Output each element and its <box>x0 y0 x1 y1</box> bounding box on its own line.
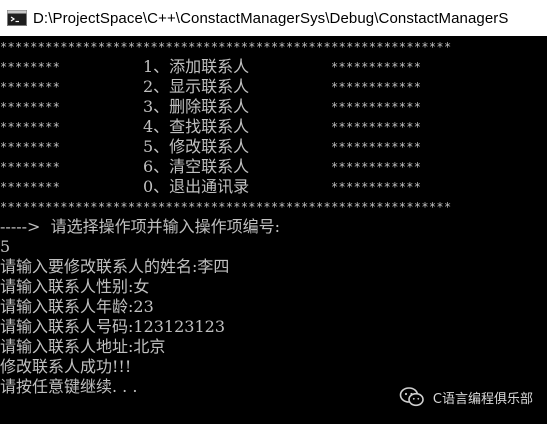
menu-right-stars: ************ <box>331 180 422 194</box>
border-line-top: ****************************************… <box>0 40 452 54</box>
title-bar[interactable]: D:\ProjectSpace\C++\ConstactManagerSys\D… <box>0 0 547 36</box>
wechat-icon <box>399 387 424 407</box>
input-choice: 5 <box>0 237 11 256</box>
menu-right-stars: ************ <box>331 160 422 174</box>
menu-item-label: 4、查找联系人 <box>143 117 250 136</box>
output-line: 请按任意键继续. . . <box>0 377 138 396</box>
menu-left-stars: ******** <box>0 120 61 134</box>
output-line: 请输入联系人地址:北京 <box>0 337 166 356</box>
menu-item-label: 1、添加联系人 <box>143 57 250 76</box>
output-line: 请输入联系人号码:123123123 <box>0 317 226 336</box>
output-line: 请输入联系人性别:女 <box>0 277 150 296</box>
menu-left-stars: ******** <box>0 160 61 174</box>
console-app-icon <box>7 10 27 26</box>
menu-right-stars: ************ <box>331 60 422 74</box>
menu-right-stars: ************ <box>331 100 422 114</box>
menu-item-label: 5、修改联系人 <box>143 137 250 156</box>
watermark: C语言编程俱乐部 <box>399 386 533 408</box>
menu-left-stars: ******** <box>0 60 61 74</box>
watermark-text: C语言编程俱乐部 <box>432 391 533 407</box>
menu-item-label: 6、清空联系人 <box>143 157 250 176</box>
border-line-bottom: ****************************************… <box>0 200 452 214</box>
menu-left-stars: ******** <box>0 80 61 94</box>
menu-item-label: 3、删除联系人 <box>143 97 250 116</box>
menu-right-stars: ************ <box>331 140 422 154</box>
menu-item-label: 0、退出通讯录 <box>143 177 250 196</box>
menu-right-stars: ************ <box>331 120 422 134</box>
menu-right-stars: ************ <box>331 80 422 94</box>
menu-item-label: 2、显示联系人 <box>143 77 250 96</box>
prompt-line: -----> 请选择操作项并输入操作项编号: <box>0 217 281 236</box>
window-title: D:\ProjectSpace\C++\ConstactManagerSys\D… <box>33 9 509 27</box>
menu-left-stars: ******** <box>0 140 61 154</box>
output-line: 请输入联系人年龄:23 <box>0 297 154 316</box>
menu-left-stars: ******** <box>0 180 61 194</box>
output-line: 请输入要修改联系人的姓名:李四 <box>0 257 230 276</box>
output-line: 修改联系人成功!!! <box>0 357 132 376</box>
menu-left-stars: ******** <box>0 100 61 114</box>
console-output[interactable]: ****************************************… <box>0 36 547 424</box>
console-window: D:\ProjectSpace\C++\ConstactManagerSys\D… <box>0 0 547 424</box>
